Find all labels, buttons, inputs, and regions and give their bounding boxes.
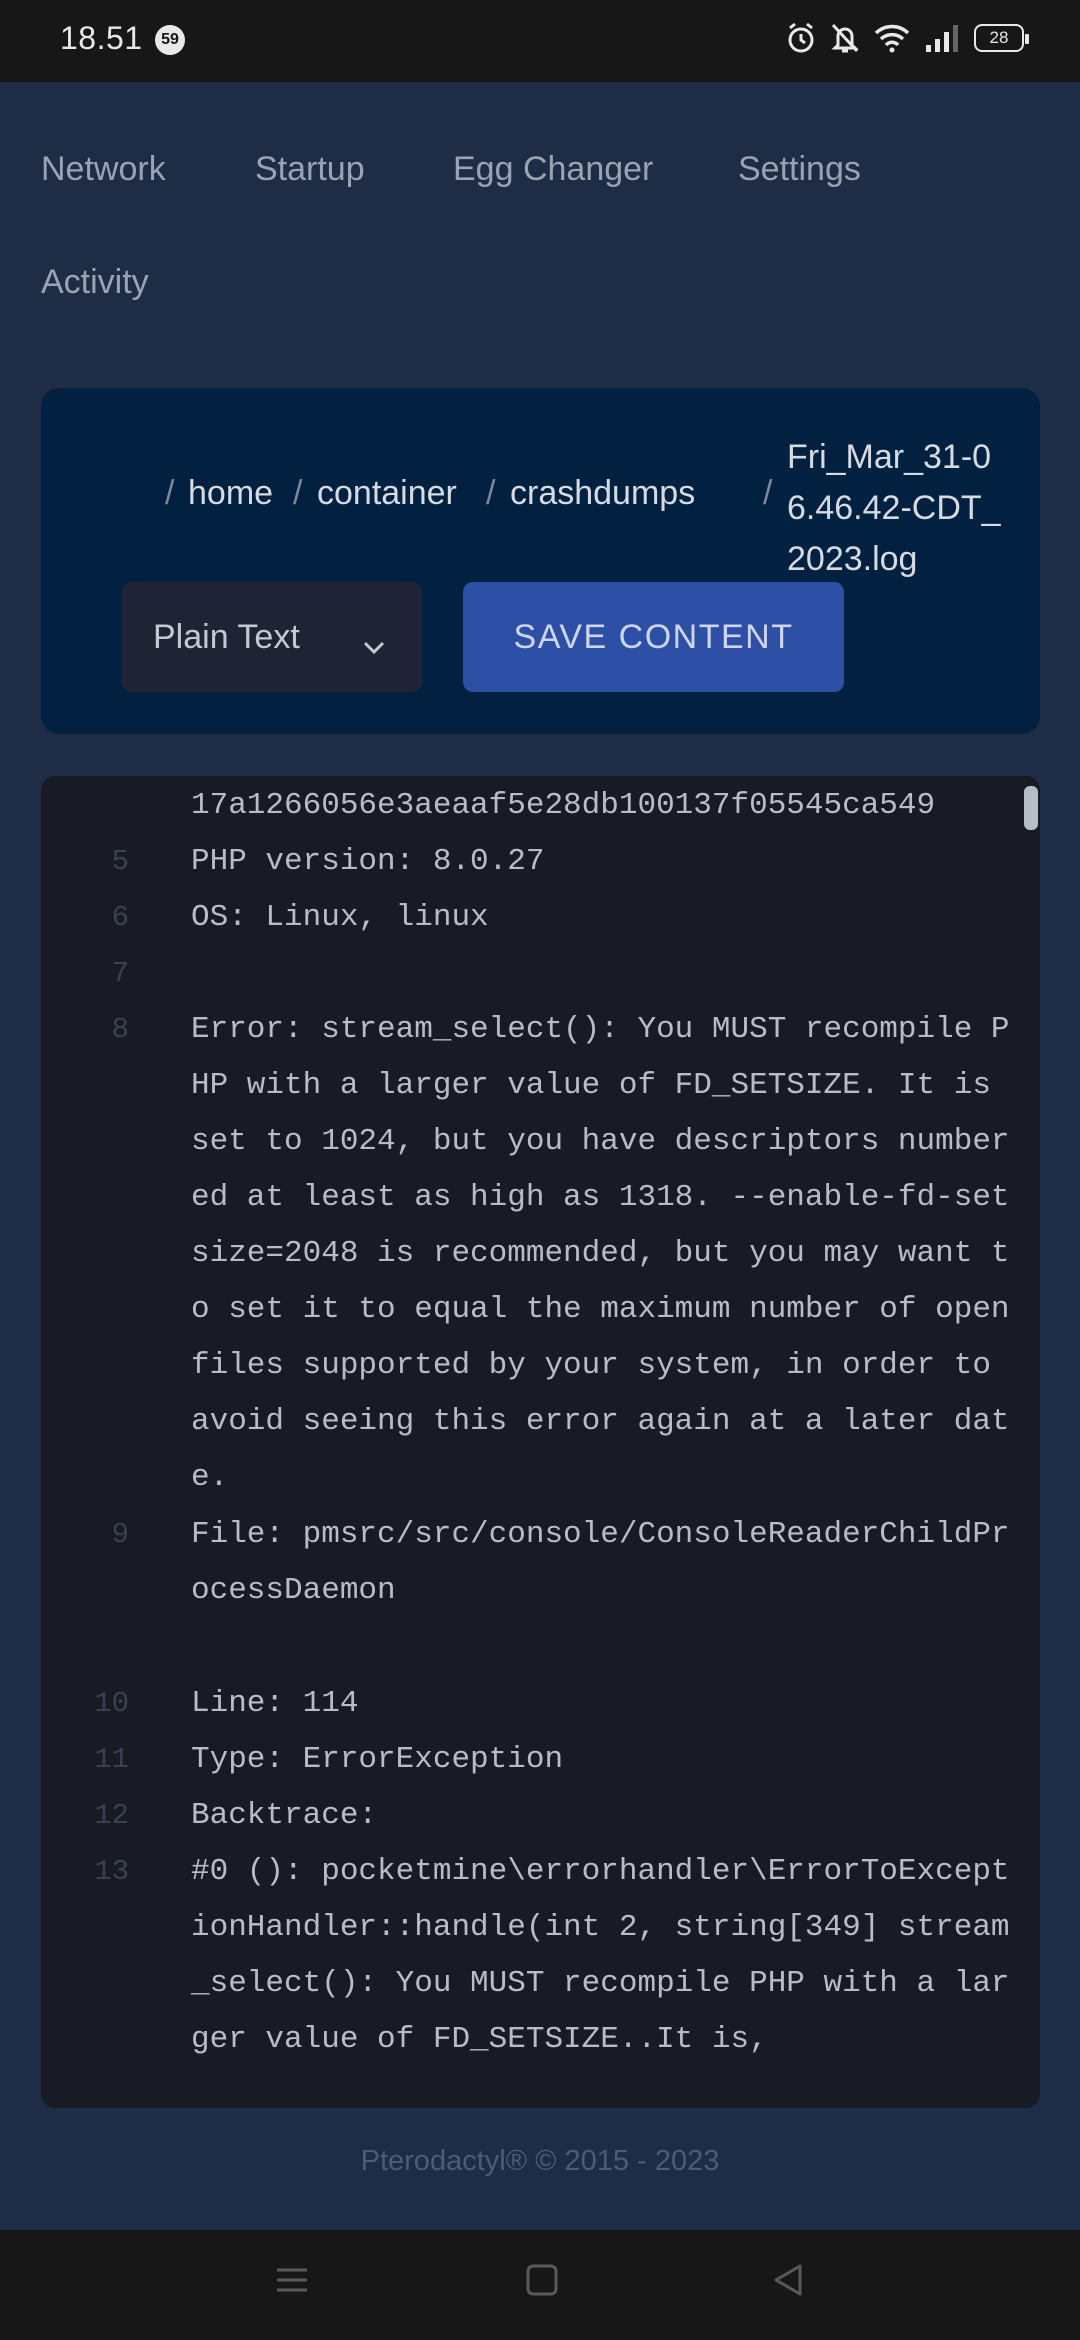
line-text: Type: ErrorException: [191, 1742, 564, 1777]
mute-icon: [830, 22, 860, 54]
syntax-mode-value: Plain Text: [153, 617, 300, 656]
save-content-button[interactable]: SAVE CONTENT: [463, 582, 844, 692]
line-number: 6: [111, 901, 129, 934]
line-text: PHP version: 8.0.27: [191, 844, 545, 879]
system-navigation-bar: [0, 2230, 1080, 2340]
tab-startup[interactable]: Startup: [255, 150, 365, 189]
chevron-down-icon: [362, 626, 386, 665]
tab-settings[interactable]: Settings: [738, 150, 861, 189]
line-text: File: pmsrc/src/console/ConsoleReaderChi…: [191, 1517, 1010, 1608]
home-square-icon[interactable]: [524, 2262, 560, 2303]
wifi-icon: [874, 23, 910, 53]
status-time: 18.51: [60, 20, 143, 56]
line-number: 5: [111, 845, 129, 878]
tab-egg-changer[interactable]: Egg Changer: [453, 150, 653, 189]
back-triangle-icon[interactable]: [770, 2262, 806, 2303]
line-number: 7: [111, 957, 129, 990]
line-text: #0 (): pocketmine\errorhandler\ErrorToEx…: [191, 1854, 1010, 2057]
line-number: 9: [111, 1518, 129, 1551]
line-number: 11: [94, 1743, 129, 1776]
tab-activity[interactable]: Activity: [41, 263, 149, 302]
line-number: 13: [94, 1855, 129, 1888]
breadcrumb-home[interactable]: home: [188, 474, 273, 513]
breadcrumb-filename: Fri_Mar_31-06.46.42-CDT_2023.log: [787, 438, 1001, 578]
breadcrumb-separator: /: [165, 474, 175, 512]
syntax-mode-select[interactable]: Plain Text: [122, 582, 422, 692]
editor-scrollbar-thumb[interactable]: [1024, 786, 1038, 830]
line-text: Backtrace:: [191, 1798, 378, 1833]
code-editor[interactable]: 17a1266056e3aeaaf5e28db100137f05545ca549…: [41, 776, 1040, 2108]
line-number: 10: [94, 1687, 129, 1720]
line-text: 17a1266056e3aeaaf5e28db100137f05545ca549: [191, 788, 936, 823]
line-number: 12: [94, 1799, 129, 1832]
footer-copyright: Pterodactyl® © 2015 - 2023: [360, 2145, 720, 2177]
line-text: Error: stream_select(): You MUST recompi…: [191, 1012, 1029, 1495]
signal-icon: [924, 23, 960, 53]
notification-count-badge: 59: [155, 25, 185, 55]
breadcrumb-separator: /: [293, 474, 303, 512]
breadcrumb-separator: /: [486, 474, 496, 512]
file-header-card: / home / container / crashdumps / Fri_Ma…: [41, 388, 1040, 734]
line-number: 8: [111, 1013, 129, 1046]
alarm-icon: [786, 22, 816, 54]
recents-menu-icon[interactable]: [274, 2262, 310, 2303]
status-icons: 28: [786, 22, 1029, 54]
line-text: OS: Linux, linux: [191, 900, 489, 935]
line-text: Line: 114: [191, 1686, 359, 1721]
battery-icon: 28: [974, 24, 1029, 52]
breadcrumb-container[interactable]: container: [317, 474, 457, 513]
breadcrumb-separator: /: [763, 474, 773, 512]
status-bar: 18.51 59 28: [0, 0, 1080, 82]
tab-network[interactable]: Network: [41, 150, 166, 189]
breadcrumb-crashdumps[interactable]: crashdumps: [510, 474, 695, 513]
